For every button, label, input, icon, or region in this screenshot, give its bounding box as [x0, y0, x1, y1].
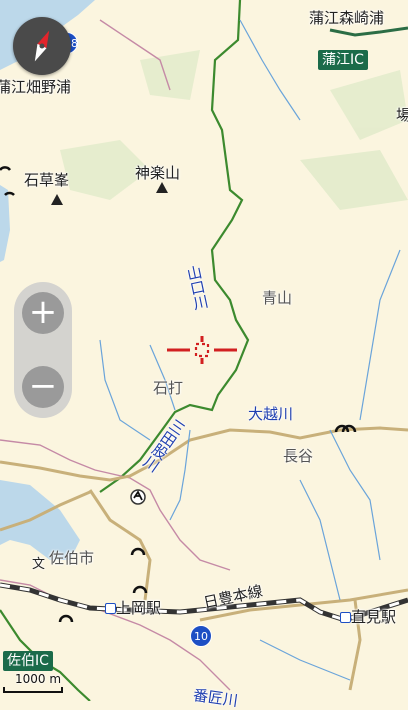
- expressway: [329, 26, 408, 37]
- forest-areas: [60, 50, 408, 210]
- zoom-out-button[interactable]: −: [22, 366, 64, 408]
- place-label-kamae-hatanoura: 蒲江畑野浦: [0, 78, 72, 96]
- crosshair-icon: [167, 336, 237, 364]
- zoom-in-button[interactable]: +: [22, 292, 64, 334]
- compass-icon: [34, 30, 50, 62]
- peak-icon: [51, 194, 63, 205]
- station-label-chokumi: 直見駅: [351, 608, 397, 626]
- scale-bar: 1000 m: [3, 672, 65, 696]
- saiki-bay: [0, 480, 80, 560]
- zoom-control: + −: [14, 282, 72, 418]
- station-icon-kamioka: [105, 603, 116, 614]
- place-label-saiki-city: 佐伯市: [49, 549, 95, 567]
- ic-label-kamae: 蒲江IC: [318, 50, 368, 70]
- station-label-kamioka: 上岡駅: [116, 599, 162, 617]
- river-label-ookoshi: 大越川: [248, 405, 294, 423]
- place-label-kagura-yama: 神楽山: [135, 164, 181, 182]
- route-shield-10: 10: [190, 625, 212, 647]
- school-marker: 文: [32, 557, 46, 572]
- station-icon-chokumi: [340, 612, 351, 623]
- place-label-kokusou-mine: 石草峯: [24, 171, 70, 189]
- place-label-ishiuchi: 石打: [153, 379, 184, 397]
- river-area-left: [0, 185, 10, 262]
- place-label-nagatani: 長谷: [283, 447, 314, 465]
- compass-button[interactable]: [13, 17, 71, 75]
- scale-label: 1000 m: [15, 672, 62, 686]
- ic-label-saiki: 佐伯IC: [3, 651, 53, 671]
- peak-icon: [156, 182, 168, 193]
- scale-line: [3, 687, 63, 693]
- place-label-kamae-morizakiura: 蒲江森崎浦: [309, 9, 385, 27]
- place-label-partial: 場: [396, 106, 408, 124]
- place-label-aoyama: 青山: [262, 289, 293, 307]
